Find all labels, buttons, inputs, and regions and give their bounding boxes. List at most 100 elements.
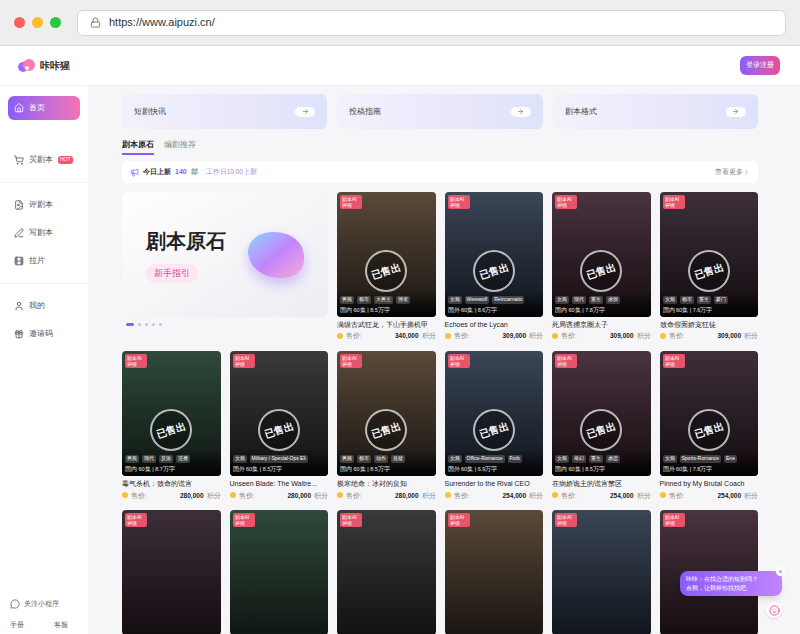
- script-card[interactable]: 剧本AI 评级: [230, 510, 329, 634]
- script-card[interactable]: 剧本AI 评级已售出女频现代重生虐甜国内 60集 | 7.8万字死局诱捕京圈太子…: [552, 192, 651, 341]
- close-dot-icon[interactable]: [14, 17, 25, 28]
- carousel-dot[interactable]: [152, 323, 155, 326]
- script-card[interactable]: 剧本AI 评级: [337, 510, 436, 634]
- script-card[interactable]: 剧本AI 评级已售出男频都市大男主强者国内 60集 | 8.5万字满级古武狂龙，…: [337, 192, 436, 341]
- genre-tag: 都市: [357, 296, 371, 304]
- script-cover[interactable]: 剧本AI 评级已售出女频Military / Special-Ops Eli国外…: [230, 351, 329, 476]
- rating-badge: 剧本AI 评级: [448, 513, 470, 527]
- guide-button[interactable]: 新手指引: [146, 264, 198, 284]
- chevron-right-icon: [743, 169, 750, 176]
- genre-tag: 现代: [142, 455, 156, 463]
- coin-icon: [122, 492, 128, 498]
- script-meta: 国内 60集 | 8.5万字: [340, 306, 433, 314]
- script-card[interactable]: 剧本AI 评级: [122, 510, 221, 634]
- script-meta: 国外 60集 | 6.9万字: [448, 465, 541, 473]
- sidebar-item[interactable]: 写剧本: [8, 221, 80, 245]
- crystal-icon: [248, 232, 304, 278]
- arrow-button[interactable]: [726, 107, 746, 117]
- logo[interactable]: 咔咔猩: [18, 58, 70, 73]
- sold-stamp: 已售出: [258, 409, 300, 451]
- genre-tag: 女频: [448, 296, 462, 304]
- sold-stamp: 已售出: [473, 409, 515, 451]
- sidebar: 首页买剧本HOT 评剧本写剧本拉片我的邀请码关注小程序手册 客服: [0, 86, 88, 634]
- quick-card[interactable]: 投稿指南: [337, 94, 542, 129]
- script-cover[interactable]: 剧本AI 评级已售出女频Office-RomanceForb国外 60集 | 6…: [445, 351, 544, 476]
- rating-badge: 剧本AI 评级: [448, 354, 470, 368]
- tab[interactable]: 剧本原石: [122, 139, 154, 155]
- script-cover[interactable]: 剧本AI 评级: [337, 510, 436, 634]
- sidebar-item[interactable]: 评剧本: [8, 193, 80, 217]
- genre-tag: 男频: [340, 296, 354, 304]
- sidebar-item[interactable]: 买剧本HOT: [8, 148, 80, 172]
- carousel-dot[interactable]: [159, 323, 162, 326]
- script-card[interactable]: 剧本AI 评级: [445, 510, 544, 634]
- sidebar-group: 首页买剧本HOT: [0, 86, 88, 182]
- script-cover[interactable]: 剧本AI 评级: [552, 510, 651, 634]
- megaphone-icon: [130, 168, 139, 177]
- genre-tag: 都市: [680, 296, 694, 304]
- sidebar-link[interactable]: 手册: [10, 620, 24, 631]
- script-title: Pinned by My Brutal Coach: [660, 480, 759, 488]
- sidebar-item[interactable]: 首页: [8, 96, 80, 120]
- script-card[interactable]: 剧本AI 评级已售出女频奇幻重生虐恋国内 60集 | 8.5万字在病娇诡主的谎言…: [552, 351, 651, 500]
- zoom-dot-icon[interactable]: [50, 17, 61, 28]
- logo-icon: [18, 59, 36, 73]
- script-cover[interactable]: 剧本AI 评级已售出女频Sports-RomanceEne国外 60集 | 7.…: [660, 351, 759, 476]
- script-card[interactable]: 剧本AI 评级已售出女频都市重生豪门国内 60集 | 7.6万字致命假面娇宠狂徒…: [660, 192, 759, 341]
- script-meta: 国内 60集 | 8.7万字: [125, 465, 218, 473]
- rating-badge: 剧本AI 评级: [555, 513, 577, 527]
- script-cover[interactable]: 剧本AI 评级已售出女频现代重生虐甜国内 60集 | 7.8万字: [552, 192, 651, 317]
- sidebar-icon: [14, 103, 24, 113]
- coin-icon: [660, 492, 666, 498]
- script-cover[interactable]: 剧本AI 评级已售出女频奇幻重生虐恋国内 60集 | 8.5万字: [552, 351, 651, 476]
- address-bar[interactable]: https://www.aipuzi.cn/: [77, 10, 786, 36]
- script-card[interactable]: 剧本AI 评级: [552, 510, 651, 634]
- script-card[interactable]: 剧本AI 评级已售出女频Military / Special-Ops Eli国外…: [230, 351, 329, 500]
- carousel-dot[interactable]: [138, 323, 141, 326]
- script-cover[interactable]: 剧本AI 评级: [230, 510, 329, 634]
- sidebar-item[interactable]: 邀请码: [8, 322, 80, 346]
- chat-bubble[interactable]: ×咔咔：在找合适的短剧吗？点我，让我帮你找找吧: [680, 571, 782, 596]
- script-card[interactable]: 剧本AI 评级已售出男频现代反派逆袭国内 60集 | 8.7万字毒气杀机：致命的…: [122, 351, 221, 500]
- script-price: 售价:254,000积分: [552, 491, 651, 501]
- genre-tag: 男频: [125, 455, 139, 463]
- script-price: 售价:254,000积分: [660, 491, 759, 501]
- view-more-link[interactable]: 查看更多: [715, 167, 750, 177]
- quick-card[interactable]: 剧本格式: [553, 94, 758, 129]
- script-cover[interactable]: 剧本AI 评级已售出男频都市大男主强者国内 60集 | 8.5万字: [337, 192, 436, 317]
- quick-card[interactable]: 短剧快讯: [122, 94, 327, 129]
- script-card[interactable]: 剧本AI 评级已售出女频Office-RomanceForb国外 60集 | 6…: [445, 351, 544, 500]
- sold-stamp: 已售出: [365, 250, 407, 292]
- genre-tag: 女频: [555, 455, 569, 463]
- script-cover[interactable]: 剧本AI 评级已售出女频WerewolfReincarnatio国外 60集 |…: [445, 192, 544, 317]
- script-price: 售价:280,000积分: [337, 491, 436, 501]
- script-cover[interactable]: 剧本AI 评级已售出男频现代反派逆袭国内 60集 | 8.7万字: [122, 351, 221, 476]
- script-cover[interactable]: 剧本AI 评级已售出男频都市动作悬疑国内 60集 | 8.5万字: [337, 351, 436, 476]
- login-button[interactable]: 登录注册: [740, 56, 780, 75]
- arrow-button[interactable]: [295, 107, 315, 117]
- banner[interactable]: 剧本原石新手指引: [122, 192, 328, 341]
- script-card[interactable]: 剧本AI 评级已售出女频Sports-RomanceEne国外 60集 | 7.…: [660, 351, 759, 500]
- mini-program-button[interactable]: 关注小程序: [10, 599, 78, 610]
- arrow-button[interactable]: [511, 107, 531, 117]
- genre-tag: 女频: [663, 455, 677, 463]
- carousel-dot[interactable]: [145, 323, 148, 326]
- script-cover[interactable]: 剧本AI 评级已售出女频都市重生豪门国内 60集 | 7.6万字: [660, 192, 759, 317]
- minimize-dot-icon[interactable]: [32, 17, 43, 28]
- script-card[interactable]: 剧本AI 评级已售出男频都市动作悬疑国内 60集 | 8.5万字极寒绝命：冰封的…: [337, 351, 436, 500]
- browser-window: https://www.aipuzi.cn/咔咔猩 登录注册首页买剧本HOT 评剧本…: [0, 0, 800, 634]
- script-title: Surrender to the Rival CEO: [445, 480, 544, 488]
- script-card[interactable]: 剧本AI 评级已售出女频WerewolfReincarnatio国外 60集 |…: [445, 192, 544, 341]
- sidebar-item[interactable]: 拉片: [8, 249, 80, 273]
- carousel-dot[interactable]: [126, 323, 134, 326]
- sidebar-item[interactable]: 我的: [8, 294, 80, 318]
- script-cover[interactable]: 剧本AI 评级: [445, 510, 544, 634]
- assistant-avatar-icon[interactable]: [766, 602, 782, 618]
- tab[interactable]: 编剧推荐: [164, 139, 196, 155]
- script-meta: 国内 60集 | 8.5万字: [340, 465, 433, 473]
- chat-close-button[interactable]: ×: [776, 567, 785, 576]
- sidebar-link[interactable]: 客服: [54, 620, 68, 631]
- rating-badge: 剧本AI 评级: [340, 513, 362, 527]
- script-cover[interactable]: 剧本AI 评级: [122, 510, 221, 634]
- sidebar-icon: [14, 155, 24, 165]
